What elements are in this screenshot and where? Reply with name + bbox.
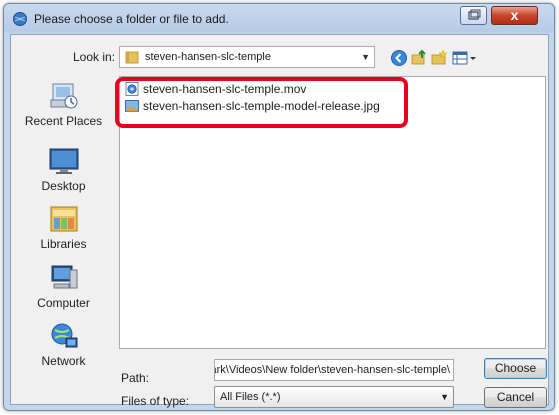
place-desktop[interactable]: Desktop [12, 145, 115, 193]
file-name: steven-hansen-slc-temple.mov [143, 82, 307, 96]
chevron-down-icon: ▼ [440, 392, 449, 402]
computer-icon [51, 265, 77, 289]
file-list[interactable]: steven-hansen-slc-temple.mov steven-hans… [119, 76, 546, 349]
files-of-type-dropdown[interactable]: All Files (*.*) ▼ [214, 386, 454, 408]
place-libraries[interactable]: Libraries [12, 203, 115, 251]
app-globe-icon [13, 12, 27, 26]
place-network[interactable]: Network [12, 320, 115, 368]
place-recent-places[interactable]: Recent Places [12, 80, 115, 128]
cancel-button[interactable]: Cancel [484, 387, 547, 408]
window-title: Please choose a folder or file to add. [34, 12, 229, 26]
path-value: C:\Users\Clark\Videos\New folder\steven-… [215, 364, 450, 376]
files-of-type-label: Files of type: [121, 394, 190, 408]
network-icon [51, 323, 77, 348]
restore-icon [468, 9, 481, 20]
path-input[interactable]: C:\Users\Clark\Videos\New folder\steven-… [214, 359, 454, 381]
chevron-down-icon: ▼ [361, 52, 370, 62]
title-bar[interactable]: Please choose a folder or file to add. x [4, 4, 554, 34]
libraries-icon [50, 206, 77, 232]
dialog-window: Please choose a folder or file to add. x… [3, 3, 555, 411]
file-name: steven-hansen-slc-temple-model-release.j… [143, 99, 380, 113]
view-menu-icon[interactable] [451, 49, 477, 67]
look-in-dropdown[interactable]: steven-hansen-slc-temple ▼ [119, 46, 375, 68]
choose-button[interactable]: Choose [484, 358, 547, 379]
restore-button[interactable] [460, 6, 487, 25]
desktop-icon [49, 148, 78, 174]
dialog-client-area: Look in: steven-hansen-slc-temple ▼ Rece… [10, 34, 549, 408]
place-computer[interactable]: Computer [12, 262, 115, 310]
folder-icon [125, 51, 139, 64]
up-folder-icon[interactable] [410, 49, 428, 67]
back-icon[interactable] [390, 49, 408, 67]
mov-file-icon [125, 82, 139, 96]
place-label: Libraries [40, 237, 87, 251]
files-of-type-value: All Files (*.*) [220, 391, 281, 403]
new-folder-icon[interactable] [430, 49, 448, 67]
place-label: Desktop [41, 179, 86, 193]
path-label: Path: [121, 371, 150, 385]
recent-places-icon [50, 83, 77, 109]
place-label: Network [41, 354, 86, 368]
places-bar: Recent Places Desktop Libraries Computer… [12, 76, 115, 386]
jpg-file-icon [125, 100, 139, 112]
place-label: Computer [37, 296, 90, 310]
close-button[interactable]: x [491, 6, 538, 25]
look-in-label: Look in: [73, 50, 116, 64]
close-icon: x [510, 7, 519, 23]
look-in-value: steven-hansen-slc-temple [145, 51, 271, 63]
place-label: Recent Places [24, 114, 103, 128]
